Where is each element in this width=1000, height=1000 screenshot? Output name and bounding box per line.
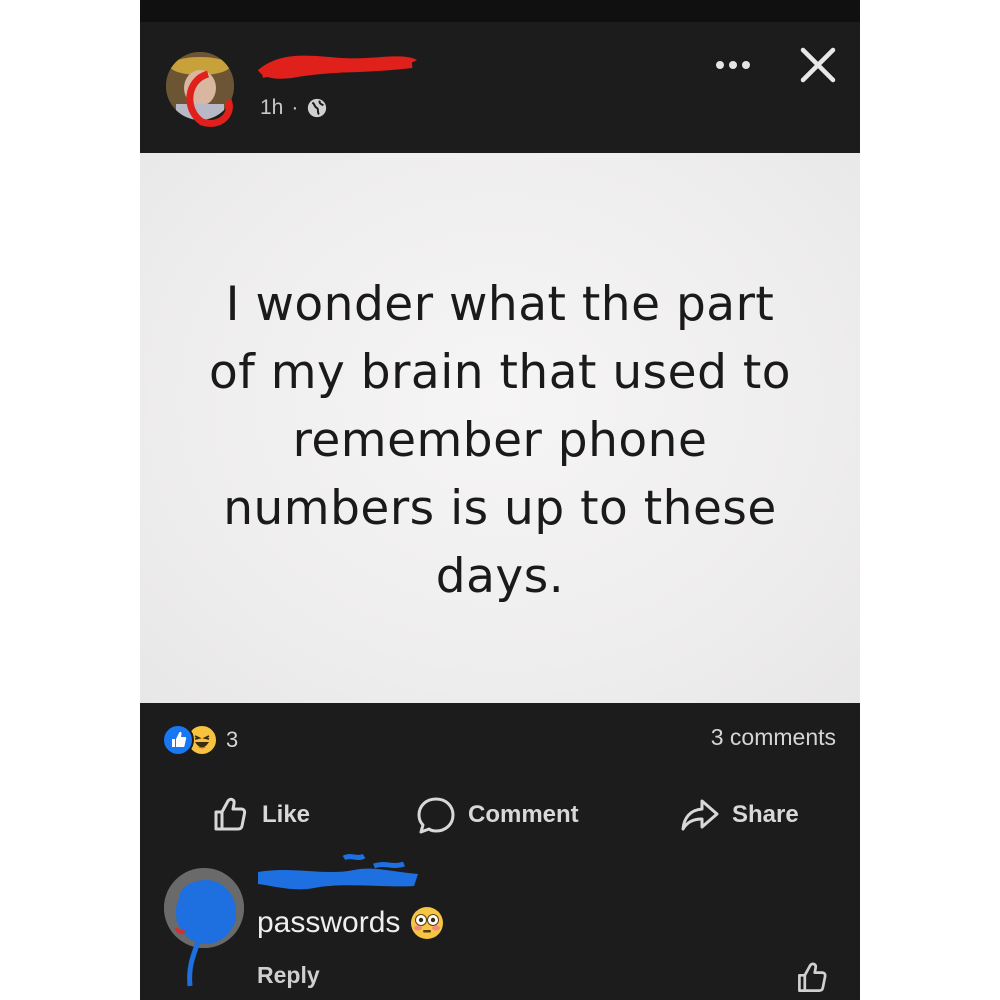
like-button[interactable]: Like: [210, 790, 310, 840]
like-label: Like: [262, 801, 311, 828]
reactions-summary[interactable]: 3: [162, 722, 238, 758]
more-options-button[interactable]: [708, 48, 758, 82]
comment-text: passwords: [257, 906, 401, 939]
commenter-avatar[interactable]: [164, 868, 244, 948]
more-options-icon: [716, 61, 724, 69]
flushed-face-icon: [411, 907, 444, 939]
meta-separator: ·: [291, 96, 299, 119]
comment-like-icon[interactable]: [794, 960, 830, 996]
redaction-scribble: [187, 941, 201, 987]
post-image[interactable]: I wonder what the part of my brain that …: [140, 153, 860, 703]
image-text-line: days.: [435, 549, 565, 604]
post-meta: 1h ·: [260, 94, 328, 122]
share-button[interactable]: Share: [680, 790, 799, 840]
status-bar: [140, 0, 860, 22]
close-icon[interactable]: [795, 42, 841, 88]
comment-label: Comment: [468, 801, 579, 828]
redaction-scribble: [186, 70, 233, 127]
comments-count[interactable]: 3 comments: [711, 724, 836, 751]
share-arrow-icon: [681, 799, 719, 831]
share-label: Share: [732, 801, 799, 828]
globe-icon: [308, 98, 327, 118]
post-viewer: 1h · I wonder what the part of my brain …: [140, 0, 860, 1000]
commenter-name-redacted[interactable]: [254, 852, 422, 898]
reaction-count: 3: [226, 727, 239, 752]
image-text-line: of my brain that used to: [208, 345, 792, 400]
image-text-line: numbers is up to these: [223, 481, 777, 536]
post-image-text: I wonder what the part of my brain that …: [140, 271, 860, 611]
image-text-line: remember phone: [292, 413, 708, 468]
comment-bubble-icon: [417, 797, 455, 834]
like-reaction-icon: [162, 724, 194, 756]
comment-body: passwords: [257, 906, 444, 940]
post-action-bar: Like Comment Share: [140, 790, 860, 840]
thumbs-up-icon: [214, 797, 247, 831]
comment-button[interactable]: Comment: [416, 790, 579, 840]
image-text-line: I wonder what the part: [225, 277, 775, 332]
poster-name-redacted[interactable]: [252, 48, 422, 84]
post-time[interactable]: 1h: [260, 96, 283, 120]
reply-button[interactable]: Reply: [257, 962, 320, 989]
